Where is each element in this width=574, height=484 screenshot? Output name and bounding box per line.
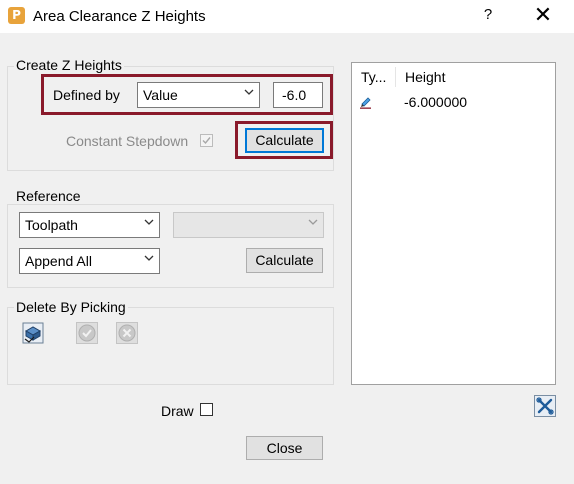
- reference-group-label: Reference: [14, 188, 83, 204]
- close-button[interactable]: Close: [246, 436, 323, 460]
- defined-by-label: Defined by: [53, 87, 120, 103]
- tools-icon[interactable]: [534, 395, 556, 417]
- chevron-down-icon: [244, 89, 254, 95]
- pencil-icon: [360, 97, 371, 109]
- reference-source-select[interactable]: Toolpath: [19, 212, 160, 238]
- reference-mode-value: Append All: [25, 253, 92, 269]
- checkmark-icon: [202, 137, 211, 145]
- constant-stepdown-label: Constant Stepdown: [66, 133, 189, 149]
- draw-checkbox[interactable]: [200, 403, 213, 416]
- chevron-down-icon: [308, 219, 318, 225]
- constant-stepdown-checkbox[interactable]: [200, 134, 213, 147]
- delete-by-picking-group: [7, 307, 334, 385]
- app-logo-icon: P: [8, 7, 25, 24]
- reference-item-select[interactable]: [173, 212, 324, 238]
- height-value-input[interactable]: -6.0: [273, 82, 323, 108]
- delete-by-picking-group-label: Delete By Picking: [14, 299, 128, 315]
- calculate-z-heights-button[interactable]: Calculate: [245, 128, 324, 153]
- help-button[interactable]: ?: [476, 6, 500, 26]
- height-value-text: -6.0: [282, 87, 307, 103]
- column-header-height[interactable]: Height: [405, 69, 445, 85]
- area-clearance-z-heights-dialog: P Area Clearance Z Heights ? ✕ Create Z …: [0, 0, 574, 484]
- column-header-type[interactable]: Ty...: [361, 69, 386, 85]
- accept-icon[interactable]: [76, 322, 98, 344]
- defined-by-select-value: Value: [143, 87, 178, 103]
- reference-calculate-button[interactable]: Calculate: [246, 248, 323, 273]
- pick-delete-icon[interactable]: [22, 322, 44, 344]
- reference-source-value: Toolpath: [25, 217, 78, 233]
- z-heights-list[interactable]: Ty... Height -6.000000: [351, 62, 556, 385]
- cancel-icon[interactable]: [116, 322, 138, 344]
- close-window-button[interactable]: ✕: [528, 5, 558, 28]
- chevron-down-icon: [144, 255, 154, 261]
- chevron-down-icon: [144, 219, 154, 225]
- title-bar: P Area Clearance Z Heights ? ✕: [0, 0, 574, 33]
- window-title: Area Clearance Z Heights: [33, 8, 206, 25]
- column-divider: [395, 67, 396, 87]
- reference-mode-select[interactable]: Append All: [19, 248, 160, 274]
- height-cell[interactable]: -6.000000: [404, 94, 467, 110]
- defined-by-select[interactable]: Value: [137, 82, 260, 108]
- create-z-heights-group-label: Create Z Heights: [14, 57, 124, 73]
- draw-label: Draw: [161, 403, 194, 419]
